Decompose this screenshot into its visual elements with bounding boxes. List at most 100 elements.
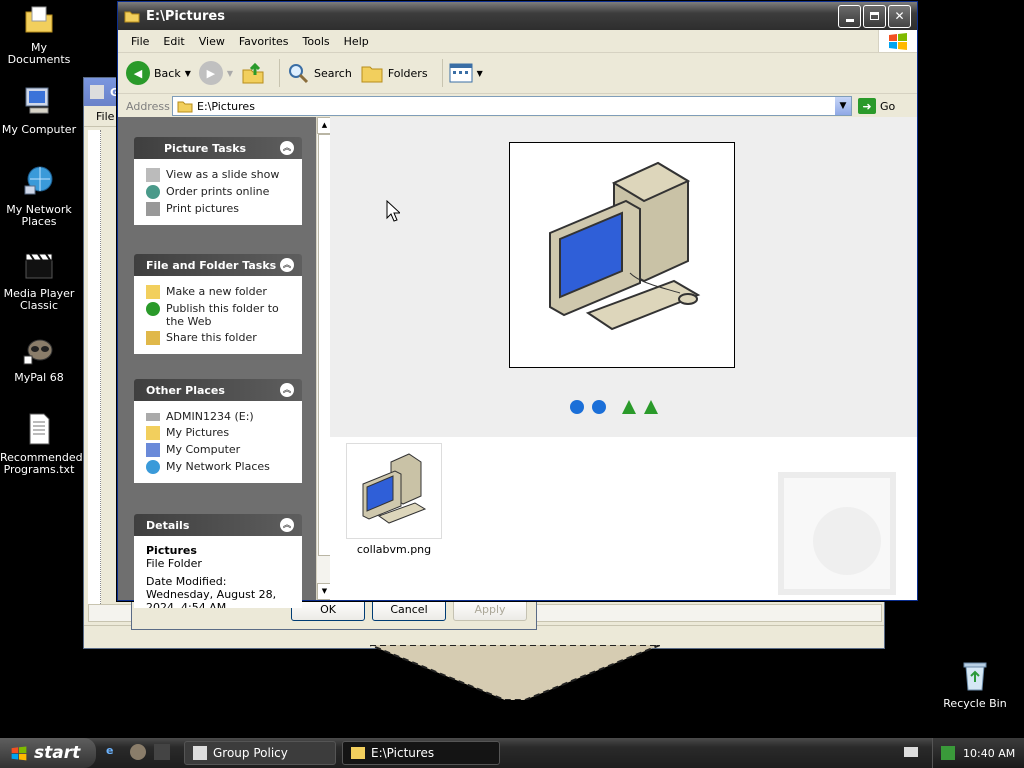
task-view-slideshow[interactable]: View as a slide show [146,168,292,182]
toolbar-separator [279,59,281,87]
task-share-folder[interactable]: Share this folder [146,331,292,345]
menu-edit[interactable]: Edit [156,35,191,48]
task-pane-scrollbar[interactable]: ▲ ▼ [316,117,332,600]
file-name[interactable]: collabvm.png [342,543,446,556]
address-input[interactable]: E:\Pictures ▼ [172,96,852,116]
back-label: Back [154,66,181,80]
task-order-prints[interactable]: Order prints online [146,185,292,199]
details-header[interactable]: Details ︽ [134,514,302,536]
collapse-chevron-icon[interactable]: ︽ [280,383,294,397]
network-tray-icon[interactable] [941,746,955,760]
menu-favorites[interactable]: Favorites [232,35,296,48]
desktop-icon-mypal[interactable]: MyPal 68 [0,332,78,384]
file-list: collabvm.png [330,437,917,600]
internet-explorer-icon[interactable]: e [106,744,122,760]
task-publish-web[interactable]: Publish this folder to the Web [146,302,292,328]
folder-icon [351,747,365,759]
task-e-pictures[interactable]: E:\Pictures [342,741,500,765]
explorer-content: Picture Tasks ︽ View as a slide show Ord… [118,117,917,608]
collapse-chevron-icon[interactable]: ︽ [280,258,294,272]
views-button[interactable]: ▼ [449,62,483,84]
explorer-menubar: File Edit View Favorites Tools Help [118,30,917,53]
place-my-network-places[interactable]: My Network Places [146,460,292,474]
folder-icon [177,101,193,113]
file-thumbnail[interactable] [346,443,442,539]
task-label: Group Policy [213,746,288,760]
address-dropdown-button[interactable]: ▼ [835,97,851,115]
cancel-button[interactable]: Cancel [372,599,446,621]
forward-button[interactable]: ▶ ▼ [198,61,233,85]
go-button[interactable]: ➜ Go [858,98,895,114]
folder-documents-icon [25,6,53,33]
menu-file[interactable]: File [124,35,156,48]
rotate-counterclockwise-icon[interactable] [644,400,658,414]
back-button[interactable]: ◀ Back ▼ [126,61,191,85]
address-bar: Address E:\Pictures ▼ ➜ Go [118,94,917,119]
collapse-chevron-icon[interactable]: ︽ [280,518,294,532]
desktop-icon-media-player-classic[interactable]: Media Player Classic [0,248,78,312]
clock[interactable]: 10:40 AM [963,747,1015,760]
keyboard-tray-icon[interactable] [904,747,918,757]
close-button[interactable]: ✕ [888,4,911,28]
computer-picture [549,161,701,331]
desktop-icon-my-computer[interactable]: My Computer [0,84,78,136]
menu-view[interactable]: View [192,35,232,48]
menu-tools[interactable]: Tools [296,35,337,48]
previous-image-icon[interactable] [570,400,584,414]
group-policy-menu-file[interactable]: File [96,110,114,123]
task-print-pictures[interactable]: Print pictures [146,202,292,216]
details-type: File Folder [146,557,202,570]
mypal-quicklaunch-icon[interactable] [130,744,146,760]
details-title: Details [146,518,190,532]
picture-tasks-body: View as a slide show Order prints online… [134,159,302,225]
explorer-title: E:\Pictures [146,8,225,24]
taskbar: start e Group Policy E:\Pictures 10:40 A… [0,738,1024,768]
network-globe-icon [24,166,53,195]
folder-icon [124,11,140,23]
collapse-chevron-icon[interactable]: ︽ [280,141,294,155]
picture-tasks-header[interactable]: Picture Tasks ︽ [134,137,302,159]
image-preview[interactable] [509,142,735,368]
explorer-window[interactable]: E:\Pictures ✕ File Edit View Favorites T… [117,1,918,608]
place-my-pictures[interactable]: My Pictures [146,426,292,440]
folders-button[interactable]: Folders [360,61,428,85]
explorer-titlebar[interactable]: E:\Pictures ✕ [118,2,917,30]
network-globe-icon [146,460,160,474]
place-label: My Pictures [166,426,230,439]
start-button[interactable]: start [0,738,96,768]
go-arrow-icon: ➜ [858,98,876,114]
other-places-header[interactable]: Other Places ︽ [134,379,302,401]
file-folder-tasks-header[interactable]: File and Folder Tasks ︽ [134,254,302,276]
desktop-icon-my-documents[interactable]: My Documents [0,2,78,66]
task-group-policy[interactable]: Group Policy [184,741,336,765]
search-label: Search [314,66,352,80]
ok-button[interactable]: OK [291,599,365,621]
place-my-computer[interactable]: My Computer [146,443,292,457]
place-label: My Network Places [166,460,270,473]
up-button[interactable] [241,61,265,85]
task-pane: Picture Tasks ︽ View as a slide show Ord… [118,117,316,608]
media-player-quicklaunch-icon[interactable] [154,744,170,760]
forward-dropdown-icon[interactable]: ▼ [227,69,233,78]
mouse-cursor-icon [386,200,400,222]
group-policy-app-icon [193,746,207,760]
maximize-button[interactable] [863,4,886,28]
desktop-icon-recommended-programs[interactable]: Recommended Programs.txt [0,412,83,476]
search-button[interactable]: Search [286,61,352,85]
chevron-down-icon: ▼ [321,587,328,595]
folders-icon [361,66,383,83]
menu-help[interactable]: Help [337,35,376,48]
go-label: Go [880,99,896,113]
task-make-new-folder[interactable]: Make a new folder [146,285,292,299]
computer-thumbnail-icon [362,453,427,524]
picture-tasks-panel: Picture Tasks ︽ View as a slide show Ord… [134,137,302,225]
search-icon [289,64,309,84]
desktop-icon-recycle-bin[interactable]: Recycle Bin [936,658,1014,710]
desktop-icon-my-network-places[interactable]: My Network Places [0,164,78,228]
apply-button[interactable]: Apply [453,599,527,621]
rotate-clockwise-icon[interactable] [622,400,636,414]
back-dropdown-icon[interactable]: ▼ [185,69,191,78]
place-drive-e[interactable]: ADMIN1234 (E:) [146,410,292,423]
minimize-button[interactable] [838,4,861,28]
next-image-icon[interactable] [592,400,606,414]
